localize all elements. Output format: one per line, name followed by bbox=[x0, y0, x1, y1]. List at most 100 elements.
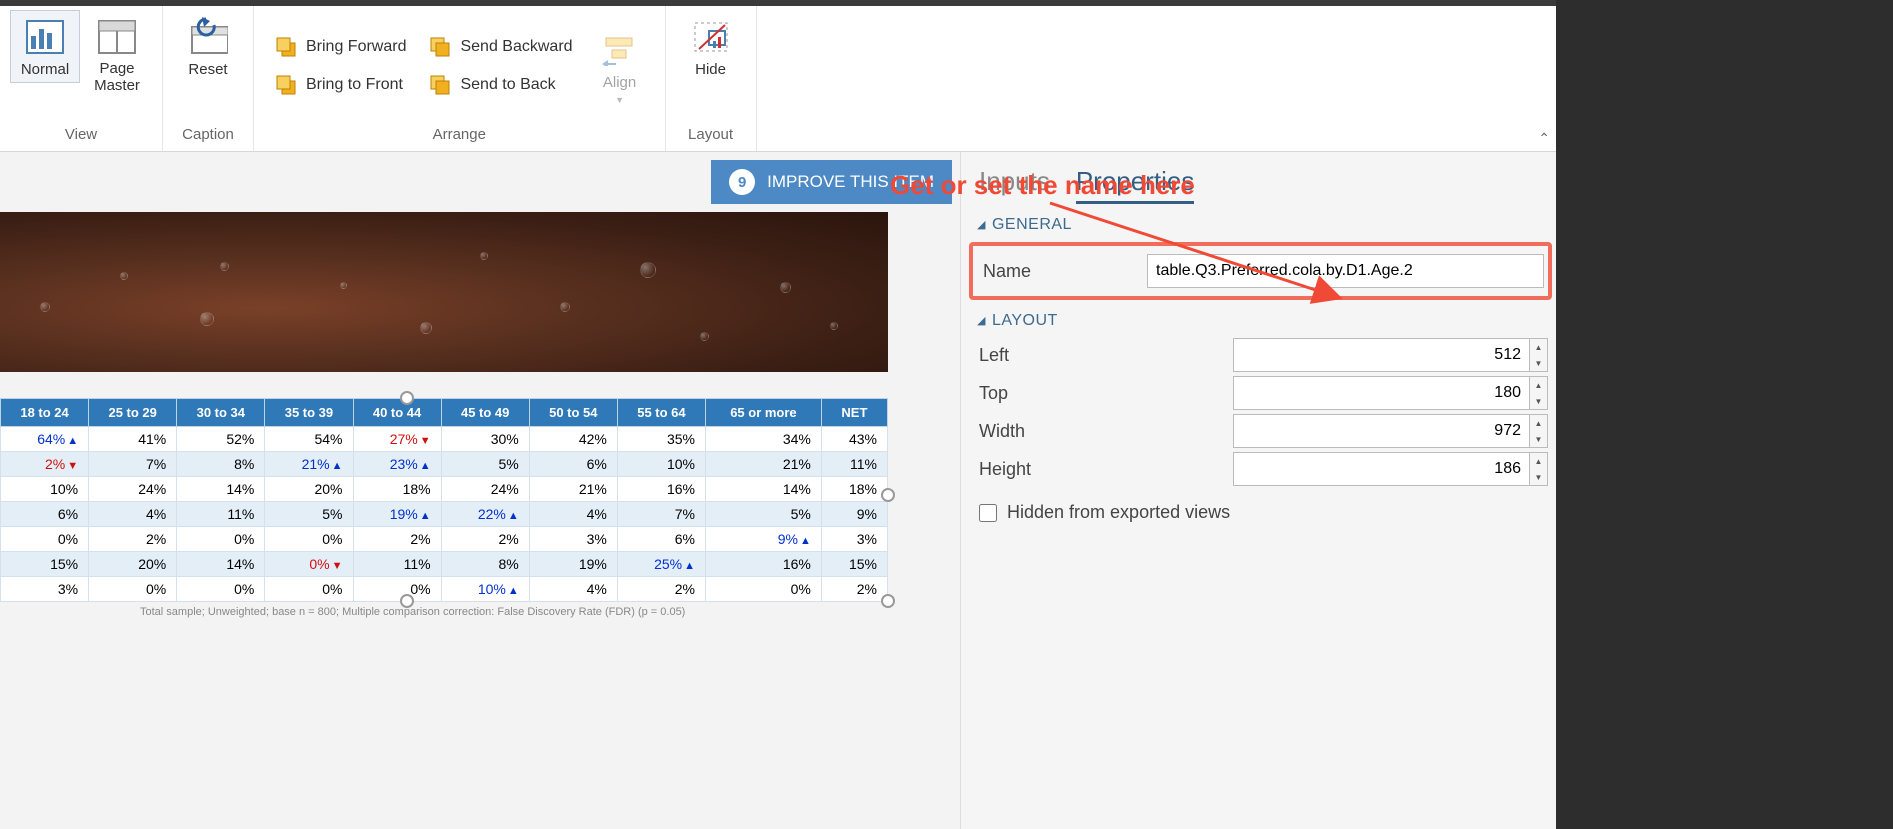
section-layout[interactable]: LAYOUT bbox=[977, 312, 1548, 330]
table-cell: 30% bbox=[441, 427, 529, 452]
table-cell: 2% bbox=[821, 577, 887, 602]
data-table-selection[interactable]: 18 to 2425 to 2930 to 3435 to 3940 to 44… bbox=[0, 398, 888, 618]
table-cell: 6% bbox=[1, 502, 89, 527]
table-cell: 11% bbox=[821, 452, 887, 477]
bring-to-front-button[interactable]: Bring to Front bbox=[264, 67, 416, 103]
spin-up-icon[interactable]: ▲ bbox=[1530, 339, 1547, 355]
hide-button[interactable]: Hide bbox=[676, 10, 746, 83]
table-row: 15%20%14%0%▼11%8%19%25%▲16%15% bbox=[1, 552, 888, 577]
table-cell: 11% bbox=[353, 552, 441, 577]
table-cell: 9% bbox=[821, 502, 887, 527]
send-backward-icon bbox=[428, 35, 452, 59]
table-cell: 0% bbox=[177, 577, 265, 602]
height-label: Height bbox=[973, 459, 1233, 480]
improve-count-badge: 9 bbox=[729, 169, 755, 195]
group-label-caption: Caption bbox=[182, 122, 234, 149]
align-button[interactable]: Align ▼ bbox=[585, 23, 655, 110]
table-cell: 8% bbox=[441, 552, 529, 577]
table-header: 50 to 54 bbox=[529, 399, 617, 427]
section-general[interactable]: GENERAL bbox=[977, 216, 1548, 234]
selection-handle[interactable] bbox=[881, 594, 895, 608]
table-row: 3%0%0%0%0%10%▲4%2%0%2% bbox=[1, 577, 888, 602]
table-cell: 64%▲ bbox=[1, 427, 89, 452]
width-input[interactable] bbox=[1233, 414, 1530, 448]
bring-to-front-icon bbox=[274, 73, 298, 97]
name-input[interactable] bbox=[1147, 254, 1544, 288]
table-header: 45 to 49 bbox=[441, 399, 529, 427]
bring-forward-button[interactable]: Bring Forward bbox=[264, 29, 416, 65]
table-cell: 2%▼ bbox=[1, 452, 89, 477]
table-cell: 11% bbox=[177, 502, 265, 527]
table-cell: 14% bbox=[177, 477, 265, 502]
table-cell: 3% bbox=[1, 577, 89, 602]
height-input[interactable] bbox=[1233, 452, 1530, 486]
canvas[interactable]: 18 to 2425 to 2930 to 3435 to 3940 to 44… bbox=[0, 152, 960, 829]
spin-up-icon[interactable]: ▲ bbox=[1530, 377, 1547, 393]
ribbon: Normal Page Master View Reset bbox=[0, 6, 1556, 152]
align-icon bbox=[600, 30, 640, 70]
table-cell: 8% bbox=[177, 452, 265, 477]
table-cell: 2% bbox=[89, 527, 177, 552]
table-cell: 34% bbox=[706, 427, 822, 452]
table-cell: 27%▼ bbox=[353, 427, 441, 452]
selection-handle[interactable] bbox=[881, 488, 895, 502]
table-cell: 18% bbox=[353, 477, 441, 502]
left-input[interactable] bbox=[1233, 338, 1530, 372]
table-cell: 10% bbox=[1, 477, 89, 502]
table-cell: 0%▼ bbox=[265, 552, 353, 577]
table-cell: 6% bbox=[617, 527, 705, 552]
table-cell: 2% bbox=[441, 527, 529, 552]
prop-row-name: Name bbox=[977, 254, 1544, 288]
banner-image bbox=[0, 212, 888, 372]
spin-up-icon[interactable]: ▲ bbox=[1530, 415, 1547, 431]
normal-view-button[interactable]: Normal bbox=[10, 10, 80, 83]
table-cell: 43% bbox=[821, 427, 887, 452]
table-cell: 4% bbox=[89, 502, 177, 527]
table-row: 6%4%11%5%19%▲22%▲4%7%5%9% bbox=[1, 502, 888, 527]
properties-panel: Inputs Properties GENERAL Name LAYOUT Le… bbox=[960, 152, 1556, 829]
ribbon-group-view: Normal Page Master View bbox=[0, 6, 163, 151]
send-backward-button[interactable]: Send Backward bbox=[418, 29, 582, 65]
table-header: 18 to 24 bbox=[1, 399, 89, 427]
reset-icon bbox=[188, 17, 228, 57]
bring-forward-icon bbox=[274, 35, 298, 59]
table-cell: 2% bbox=[353, 527, 441, 552]
top-input[interactable] bbox=[1233, 376, 1530, 410]
hidden-checkbox[interactable] bbox=[979, 504, 997, 522]
normal-view-label: Normal bbox=[21, 61, 69, 78]
table-cell: 23%▲ bbox=[353, 452, 441, 477]
send-to-back-icon bbox=[428, 73, 452, 97]
page-master-button[interactable]: Page Master bbox=[82, 10, 152, 99]
spin-down-icon[interactable]: ▼ bbox=[1530, 393, 1547, 409]
page-master-label: Page Master bbox=[94, 61, 140, 94]
send-to-back-label: Send to Back bbox=[460, 76, 555, 94]
table-cell: 10% bbox=[617, 452, 705, 477]
name-label: Name bbox=[977, 261, 1147, 282]
ribbon-group-arrange: Bring Forward Bring to Front Send Backwa… bbox=[254, 6, 666, 151]
spin-down-icon[interactable]: ▼ bbox=[1530, 469, 1547, 485]
table-cell: 20% bbox=[89, 552, 177, 577]
selection-handle[interactable] bbox=[400, 391, 414, 405]
spin-down-icon[interactable]: ▼ bbox=[1530, 431, 1547, 447]
table-cell: 4% bbox=[529, 502, 617, 527]
prop-row-height: Height ▲▼ bbox=[973, 452, 1548, 486]
table-cell: 0% bbox=[89, 577, 177, 602]
ribbon-collapse-button[interactable]: ⌃ bbox=[1538, 130, 1550, 147]
spin-up-icon[interactable]: ▲ bbox=[1530, 453, 1547, 469]
selection-handle[interactable] bbox=[400, 594, 414, 608]
width-label: Width bbox=[973, 421, 1233, 442]
hidden-checkbox-row: Hidden from exported views bbox=[979, 502, 1548, 523]
data-table: 18 to 2425 to 2930 to 3435 to 3940 to 44… bbox=[0, 398, 888, 602]
annotation-text: Get or set the name here bbox=[890, 170, 1195, 201]
table-cell: 21%▲ bbox=[265, 452, 353, 477]
table-cell: 41% bbox=[89, 427, 177, 452]
send-to-back-button[interactable]: Send to Back bbox=[418, 67, 582, 103]
spin-down-icon[interactable]: ▼ bbox=[1530, 355, 1547, 371]
reset-button[interactable]: Reset bbox=[173, 10, 243, 83]
table-cell: 4% bbox=[529, 577, 617, 602]
prop-row-left: Left ▲▼ bbox=[973, 338, 1548, 372]
group-label-view: View bbox=[65, 122, 97, 149]
table-cell: 42% bbox=[529, 427, 617, 452]
table-cell: 3% bbox=[529, 527, 617, 552]
group-label-arrange: Arrange bbox=[433, 122, 486, 149]
